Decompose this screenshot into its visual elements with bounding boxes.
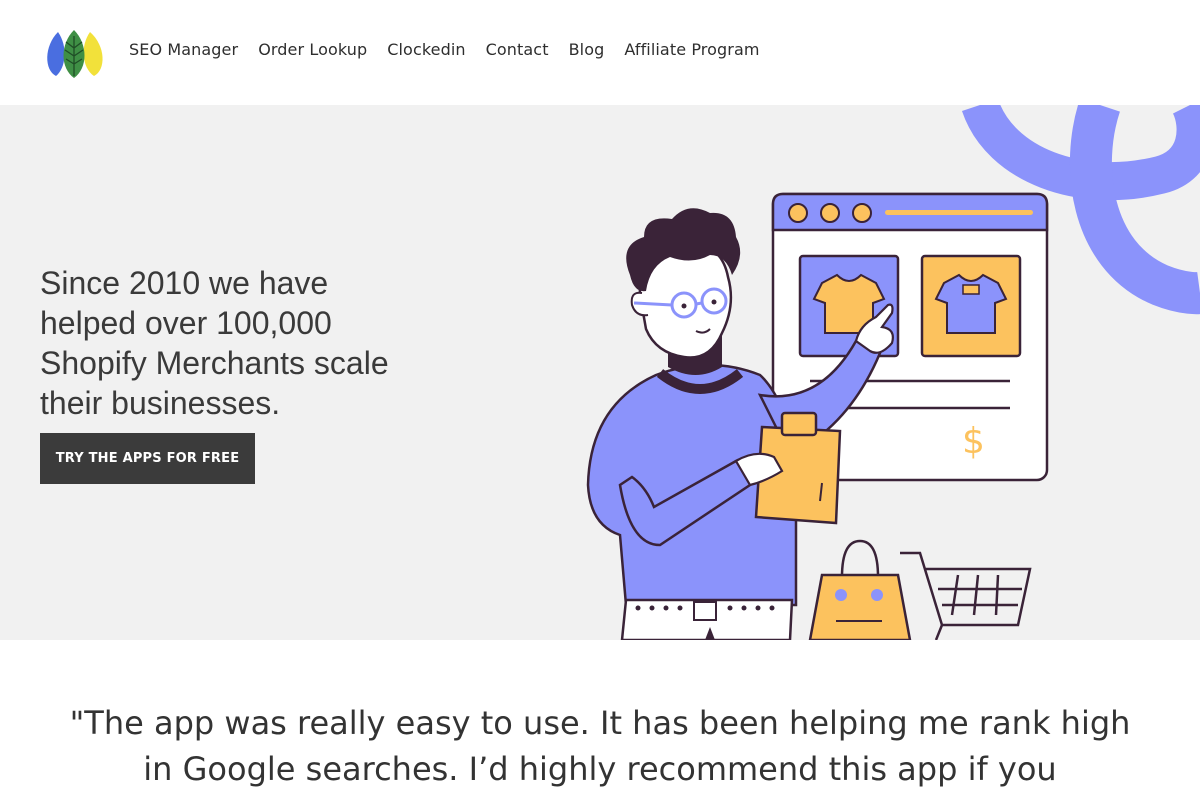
shopping-person-illustration-icon: $ bbox=[586, 105, 1200, 640]
testimonial-quote: "The app was really easy to use. It has … bbox=[69, 704, 1131, 788]
leaf-logo-icon[interactable] bbox=[44, 28, 106, 80]
nav-link-affiliate-program[interactable]: Affiliate Program bbox=[624, 40, 759, 59]
hero-section: Since 2010 we have helped over 100,000 S… bbox=[0, 105, 1200, 640]
hero-title: Since 2010 we have helped over 100,000 S… bbox=[40, 265, 389, 421]
nav-link-blog[interactable]: Blog bbox=[569, 40, 605, 59]
shopping-bag-icon bbox=[808, 539, 912, 640]
nav-link-clockedin[interactable]: Clockedin bbox=[387, 40, 465, 59]
shopping-cart-icon bbox=[900, 551, 1032, 640]
nav-link-order-lookup[interactable]: Order Lookup bbox=[258, 40, 367, 59]
nav-link-contact[interactable]: Contact bbox=[486, 40, 549, 59]
site-header: SEO Manager Order Lookup Clockedin Conta… bbox=[0, 0, 1200, 105]
nav-link-seo-manager[interactable]: SEO Manager bbox=[129, 40, 238, 59]
try-apps-button[interactable]: TRY THE APPS FOR FREE bbox=[40, 433, 255, 484]
main-nav: SEO Manager Order Lookup Clockedin Conta… bbox=[129, 40, 760, 59]
price-symbol: $ bbox=[962, 421, 985, 462]
